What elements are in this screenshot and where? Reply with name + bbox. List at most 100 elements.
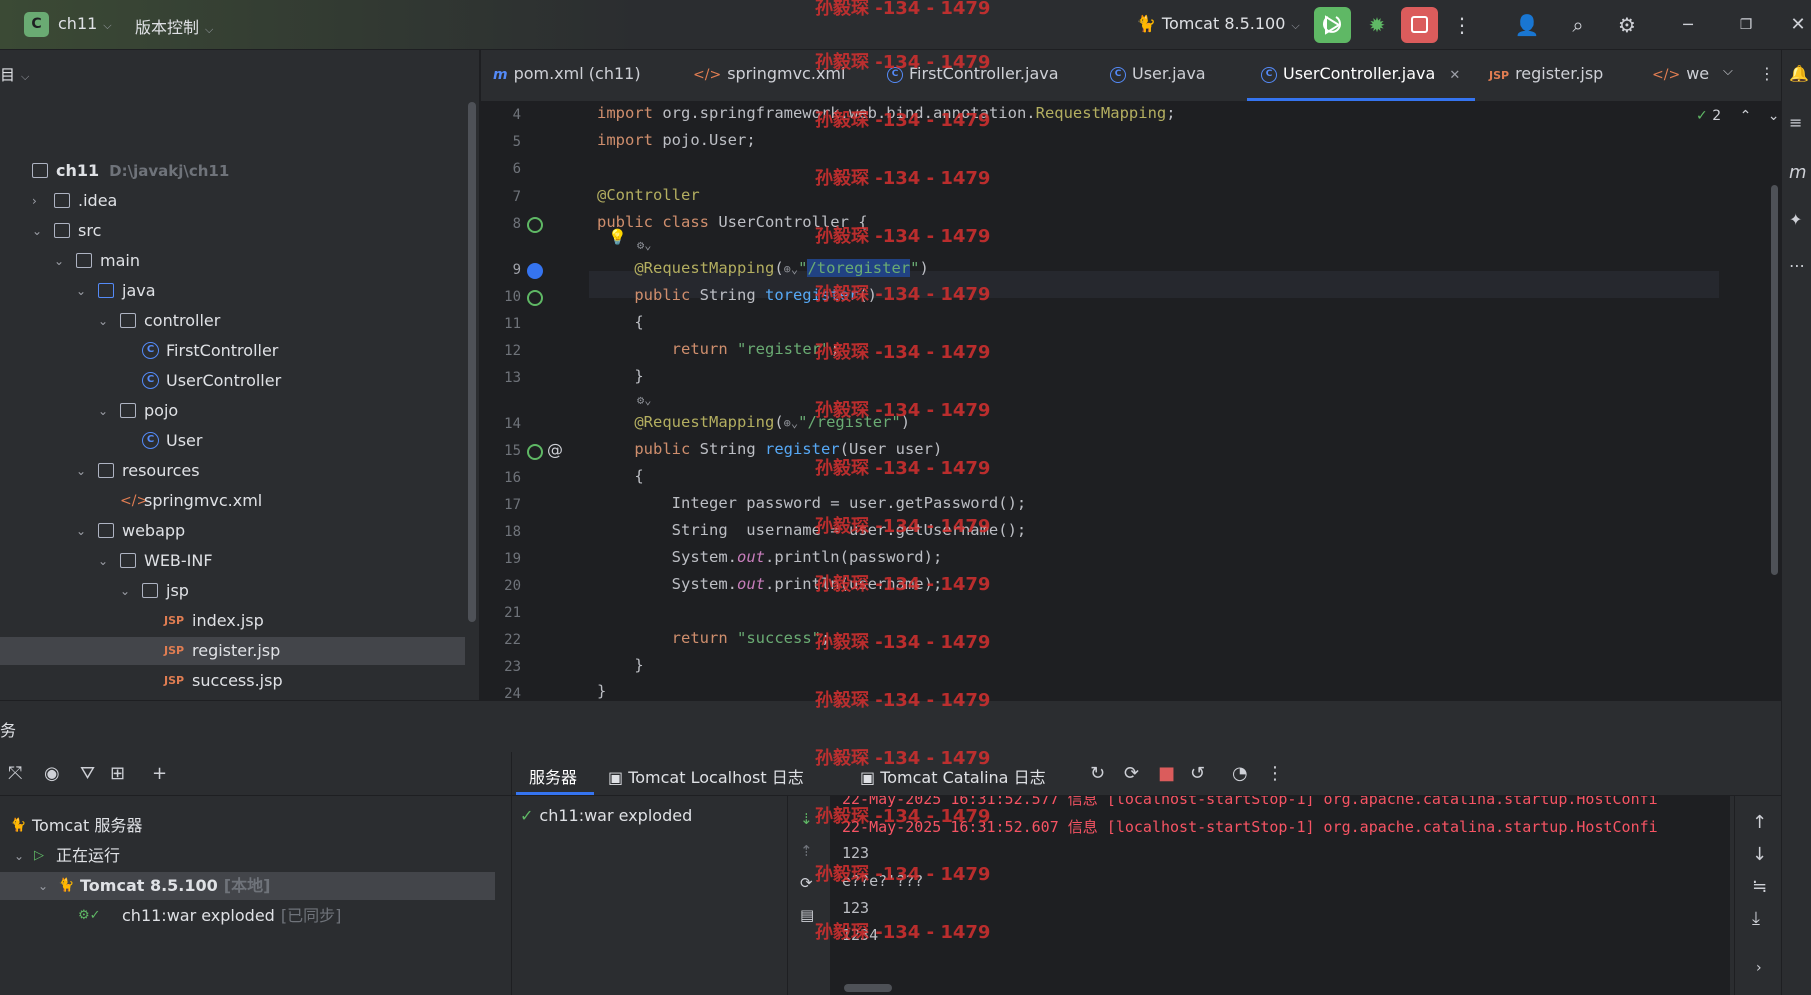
code-line[interactable]: { <box>597 313 643 331</box>
code-line[interactable]: import pojo.User; <box>597 131 756 149</box>
restart-icon[interactable]: ↻ <box>1090 763 1105 784</box>
line-number[interactable]: 17 <box>481 497 521 513</box>
bean-method-icon[interactable] <box>527 290 543 306</box>
undeploy-icon[interactable]: ⇡ <box>800 842 813 860</box>
chevron-down-icon[interactable]: ⌄ <box>76 457 86 485</box>
code-line[interactable]: Integer password = user.getPassword(); <box>597 494 1027 512</box>
tree-item[interactable]: JSP register.jsp <box>0 637 465 665</box>
minimize-button[interactable]: ─ <box>1675 12 1701 38</box>
open-browser-icon[interactable]: ▤ <box>800 906 814 924</box>
chevron-down-icon[interactable]: ⌄ <box>98 397 108 425</box>
project-badge[interactable]: C <box>24 12 49 37</box>
kebab-icon[interactable]: ⋮ <box>1266 763 1284 784</box>
chevron-down-icon[interactable]: ⌄ <box>120 577 130 605</box>
scroll-to-end-icon[interactable]: ⤓ <box>1752 908 1760 929</box>
inlay-hint[interactable]: ⚙⌄ <box>637 390 651 408</box>
tree-item[interactable]: ⌄ WEB-INF <box>0 547 465 575</box>
maven-icon[interactable]: m <box>1789 162 1807 183</box>
tab-list-button[interactable]: ⌵ <box>1723 64 1733 79</box>
line-number[interactable]: 7 <box>481 189 521 205</box>
line-number[interactable]: 18 <box>481 524 521 540</box>
tree-item[interactable]: ⌄ webapp <box>0 517 465 545</box>
inlay-hint[interactable]: ⚙⌄ <box>637 235 651 253</box>
tree-item[interactable]: ⌄ resources <box>0 457 465 485</box>
tree-item[interactable]: › .idea <box>0 187 465 215</box>
tree-item[interactable]: C UserController <box>0 367 465 395</box>
deployment-item[interactable]: ✓ ch11:war exploded <box>520 806 692 825</box>
bean-icon[interactable] <box>527 217 543 233</box>
chevron-down-icon[interactable]: ⌄ <box>14 842 24 870</box>
tree-item[interactable]: ⌄ src <box>0 217 465 245</box>
code-line[interactable]: System.out.println(password); <box>597 548 943 566</box>
chevron-down-icon[interactable]: ⌄ <box>54 247 64 275</box>
line-number[interactable]: 20 <box>481 578 521 594</box>
update-icon[interactable]: ⟳ <box>1124 763 1139 784</box>
debug-button[interactable]: ✹ <box>1364 12 1390 38</box>
line-number[interactable]: 9 <box>481 262 521 278</box>
line-number[interactable]: 8 <box>481 216 521 232</box>
console-hscrollbar[interactable] <box>844 984 892 992</box>
code-line[interactable]: } <box>597 682 606 700</box>
service-node[interactable]: ⚙✓ ch11:war exploded [已同步] <box>0 902 495 930</box>
line-number[interactable]: 19 <box>481 551 521 567</box>
tree-item[interactable]: ⌄ jsp <box>0 577 465 605</box>
inspection-widget[interactable]: ✓ 2 ⌃ ⌄ <box>1696 108 1779 124</box>
service-node[interactable]: ⌄ 🐈 Tomcat 8.5.100 [本地] <box>0 872 495 900</box>
vcs-menu[interactable]: 版本控制 ⌵ <box>135 14 213 38</box>
tab-usercontroller-java[interactable]: C UserController.java ✕ <box>1261 64 1460 83</box>
database-icon[interactable]: ≡ <box>1789 113 1802 132</box>
tree-item[interactable]: C User <box>0 427 465 455</box>
reload-icon[interactable]: ↺ <box>1190 763 1205 784</box>
arrow-up-icon[interactable]: ↑ <box>1752 812 1767 833</box>
collapse-all-icon[interactable]: ⤧ <box>8 763 22 784</box>
endpoint-icon[interactable] <box>527 263 543 279</box>
line-number[interactable]: 4 <box>481 107 521 123</box>
notifications-icon[interactable]: 🔔 <box>1789 64 1809 83</box>
code-line[interactable]: { <box>597 467 643 485</box>
line-number[interactable]: 10 <box>481 289 521 305</box>
services-tab[interactable]: ▣ Tomcat Localhost 日志 <box>608 764 804 788</box>
filter-icon[interactable]: ⛛ <box>80 763 95 784</box>
restore-button[interactable]: ❐ <box>1733 12 1759 38</box>
chevron-right-icon[interactable]: › <box>32 187 37 215</box>
chevron-down-icon[interactable]: ⌄ <box>76 277 86 305</box>
tab-user-java[interactable]: C User.java <box>1110 64 1206 83</box>
ai-assistant-icon[interactable]: ✦ <box>1789 210 1802 229</box>
line-number[interactable]: 5 <box>481 134 521 150</box>
tree-item[interactable]: ⌄ main <box>0 247 465 275</box>
line-number[interactable]: 21 <box>481 605 521 621</box>
bean-method-icon[interactable] <box>527 444 543 460</box>
service-node[interactable]: ⌄ ▷ 正在运行 <box>0 842 495 870</box>
code-line[interactable]: @Controller <box>597 186 700 204</box>
new-service-icon[interactable]: ⊞ <box>110 763 125 784</box>
search-everywhere-button[interactable]: ⌕ <box>1565 12 1591 38</box>
chevron-down-icon[interactable]: ⌄ <box>98 547 108 575</box>
line-number[interactable]: 22 <box>481 632 521 648</box>
line-number[interactable]: 13 <box>481 370 521 386</box>
stop-icon[interactable]: ■ <box>1158 763 1175 784</box>
line-number[interactable]: 6 <box>481 161 521 177</box>
chevron-down-icon[interactable]: ⌄ <box>76 517 86 545</box>
tree-item[interactable]: ch11 D:\javakj\ch11 <box>0 157 465 185</box>
chevron-down-icon[interactable]: ⌄ <box>38 872 48 900</box>
chevron-right-icon[interactable]: › <box>1756 960 1762 976</box>
more-actions-button[interactable]: ⋮ <box>1449 12 1475 38</box>
stop-button[interactable] <box>1401 7 1438 43</box>
code-line[interactable]: return "success"; <box>597 629 831 647</box>
bulb-icon[interactable]: 💡 <box>608 228 627 246</box>
profiler-icon[interactable]: ◔ <box>1232 763 1248 784</box>
deploy-icon[interactable]: ⇣ <box>800 810 813 828</box>
arrow-down-icon[interactable]: ↓ <box>1752 844 1767 865</box>
code-line[interactable]: } <box>597 367 643 385</box>
code-line[interactable]: return "register"; <box>597 340 840 358</box>
tree-item[interactable]: ⌄ controller <box>0 307 465 335</box>
rerun-button[interactable] <box>1314 7 1351 43</box>
chevron-down-icon[interactable]: ⌄ <box>32 217 42 245</box>
settings-button[interactable]: ⚙ <box>1614 12 1640 38</box>
run-configuration-selector[interactable]: 🐈 Tomcat 8.5.100 ⌵ <box>1136 14 1300 33</box>
project-selector[interactable]: ch11 ⌵ <box>58 14 112 33</box>
editor-scrollbar[interactable] <box>1771 185 1778 575</box>
close-tab-icon[interactable]: ✕ <box>1449 68 1460 83</box>
line-number[interactable]: 12 <box>481 343 521 359</box>
code-line[interactable]: @RequestMapping(⊕⌄"/toregister") <box>597 259 929 277</box>
